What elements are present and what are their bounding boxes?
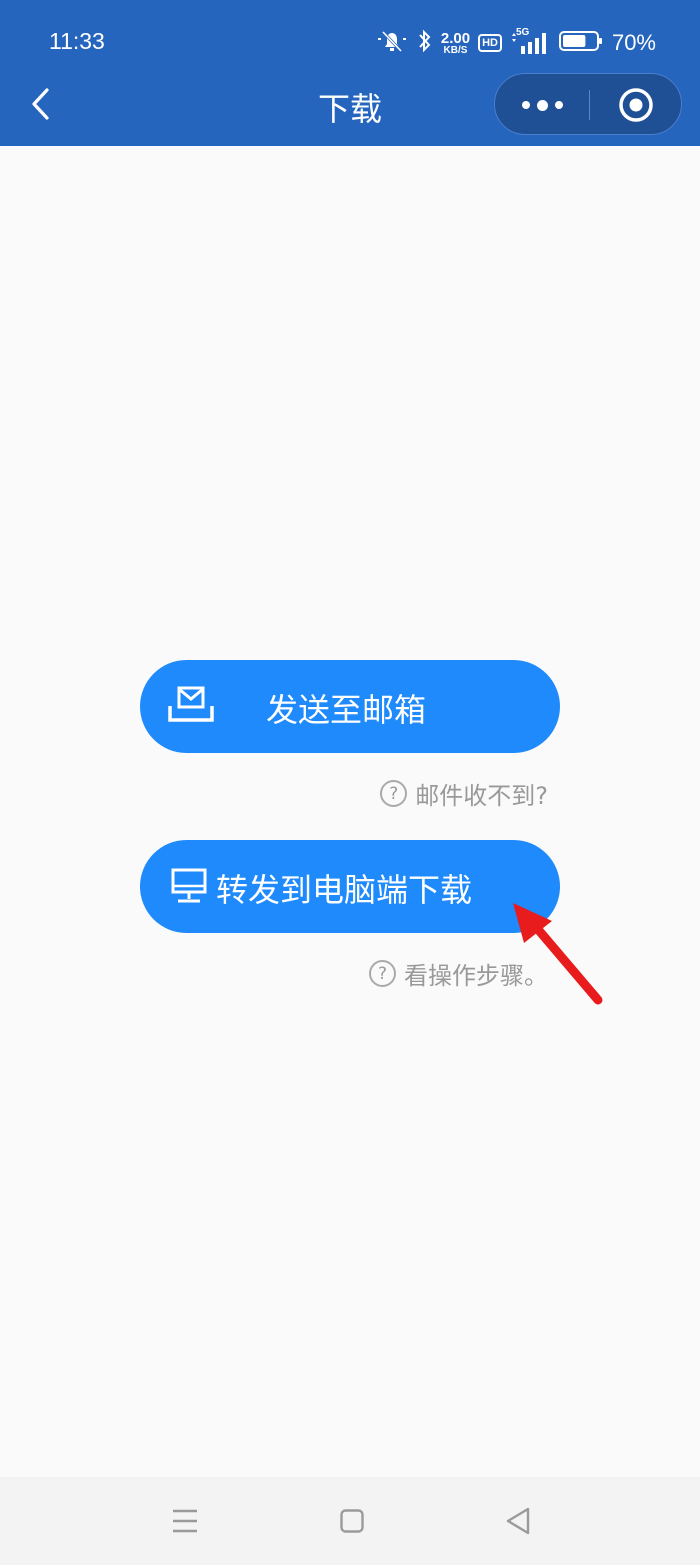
annotation-arrow xyxy=(513,903,603,1005)
question-icon: ? xyxy=(380,780,408,807)
more-dot-right xyxy=(554,101,563,109)
more-dot-center xyxy=(536,99,548,111)
status-icons: 2.00 KB/S HD 5G 70% xyxy=(375,27,656,59)
more-dots-icon xyxy=(521,101,530,109)
email-help-text: 邮件收不到? xyxy=(415,782,548,810)
close-button[interactable] xyxy=(589,74,683,136)
square-icon xyxy=(340,1509,364,1533)
forward-to-pc-label: 转发到电脑端下载 xyxy=(216,871,473,909)
system-back-button[interactable] xyxy=(505,1507,531,1539)
status-time: 11:33 xyxy=(49,28,105,54)
battery-icon xyxy=(558,28,604,58)
question-icon: ? xyxy=(369,960,396,987)
forward-to-pc-button[interactable]: 转发到电脑端下载 xyxy=(140,840,560,933)
system-nav-bar xyxy=(0,1477,700,1565)
mini-program-capsule xyxy=(494,73,682,135)
screen: 11:33 2.00 KB/S HD 5G 70% 下载 发送至邮箱 ? 邮件收… xyxy=(0,0,700,1565)
menu-icon xyxy=(173,1509,197,1533)
hd-badge: HD xyxy=(478,34,502,52)
mail-tray-icon xyxy=(166,686,216,734)
email-help-link[interactable]: ? 邮件收不到? xyxy=(380,776,548,811)
more-button[interactable] xyxy=(495,74,589,136)
signal-icon: 5G xyxy=(510,27,550,56)
home-button[interactable] xyxy=(340,1509,364,1537)
net-speed: 2.00 KB/S xyxy=(441,31,470,56)
menu-button[interactable] xyxy=(172,1509,198,1537)
top-bar: 11:33 2.00 KB/S HD 5G 70% 下载 xyxy=(0,0,700,146)
monitor-icon xyxy=(170,867,208,913)
send-to-email-button[interactable]: 发送至邮箱 xyxy=(140,660,560,753)
target-circle-icon xyxy=(619,88,653,122)
battery-percent: 70% xyxy=(611,30,656,55)
bell-off-icon xyxy=(375,28,409,58)
triangle-back-icon xyxy=(506,1507,530,1535)
bluetooth-icon xyxy=(417,28,433,58)
net-speed-unit: KB/S xyxy=(443,44,468,56)
send-to-email-label: 发送至邮箱 xyxy=(266,691,427,729)
net-speed-value: 2.00 xyxy=(440,29,471,47)
